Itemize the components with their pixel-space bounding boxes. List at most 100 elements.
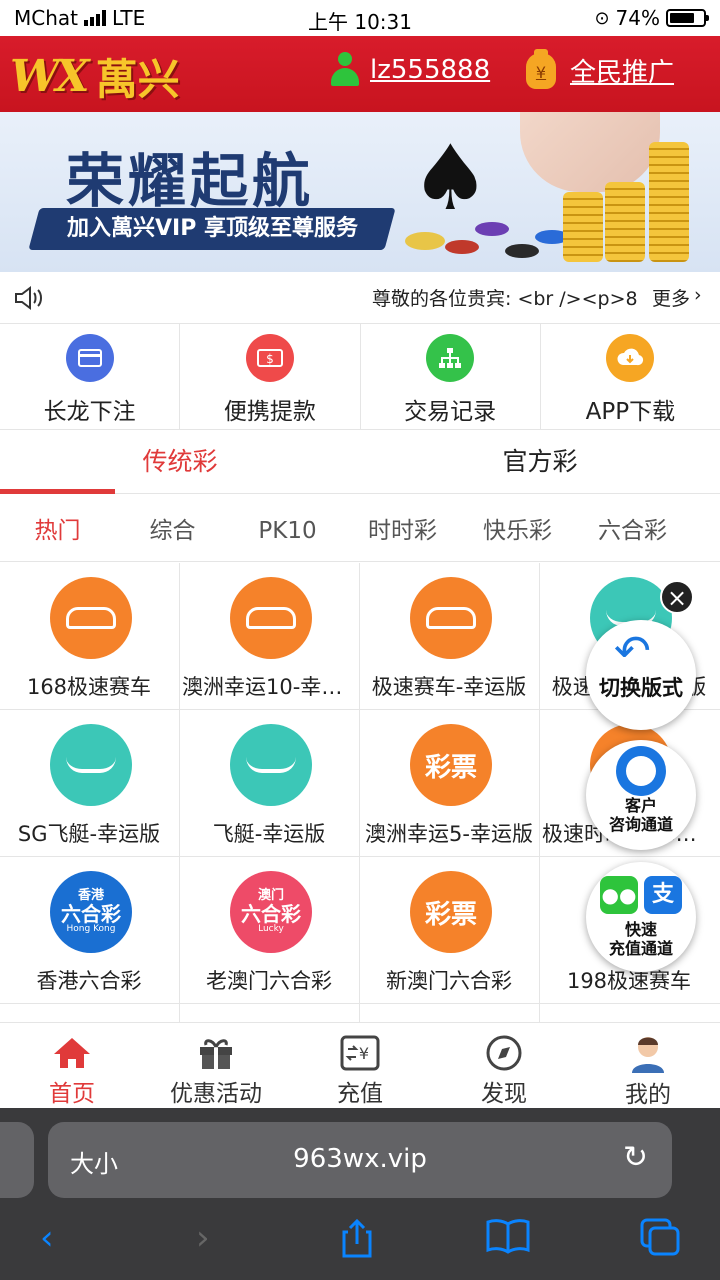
quick-action-label: APP下载	[585, 399, 676, 425]
speaker-icon	[15, 286, 42, 310]
category-pk10[interactable]: PK10	[230, 496, 345, 561]
home-icon	[51, 1033, 93, 1072]
cash-icon: $	[245, 334, 294, 382]
game-tile[interactable]: 香港 六合彩 Hong Kong 香港六合彩	[0, 857, 180, 1004]
promo-banner[interactable]: 荣耀起航 加入萬兴VIP 享顶级至尊服务 ♠	[0, 112, 720, 272]
user-avatar-icon	[627, 1033, 669, 1073]
share-icon[interactable]	[340, 1218, 374, 1267]
nav-profile[interactable]: 我的	[576, 1023, 720, 1108]
notice-more-link[interactable]: 更多	[652, 284, 690, 311]
previous-tab-preview[interactable]	[0, 1122, 34, 1198]
notice-bar[interactable]: 尊敬的各位贵宾: <br /><p>8 更多 ›	[0, 272, 720, 324]
reload-icon[interactable]: ↻	[623, 1140, 648, 1175]
logo-chinese: 萬兴	[95, 55, 180, 104]
customer-service-button[interactable]: 客户 咨询通道	[586, 740, 696, 850]
quick-action-label: 便携提款	[223, 399, 316, 425]
quick-action-label: 长龙下注	[43, 399, 136, 425]
race-car-icon	[410, 577, 492, 659]
icon-bottom-text: Lucky	[258, 924, 284, 935]
promotion-link[interactable]: ¥ 全民推广	[526, 48, 674, 89]
category-hot[interactable]: 热门	[0, 496, 115, 561]
quick-action-app-download[interactable]: APP下载	[541, 324, 720, 429]
category-happy[interactable]: 快乐彩	[460, 496, 575, 561]
hongkong-mark6-icon: 香港 六合彩 Hong Kong	[50, 871, 132, 953]
nav-label: 首页	[49, 1081, 95, 1107]
brand-logo[interactable]: WX 萬兴	[10, 46, 180, 107]
category-mark6[interactable]: 六合彩	[575, 496, 690, 561]
game-label: 168极速赛车	[26, 675, 152, 699]
game-tile[interactable]: 飞艇-幸运版	[180, 710, 360, 857]
battery-percent: 74%	[615, 6, 660, 30]
username[interactable]: lz555888	[370, 55, 490, 85]
game-tile[interactable]: 彩票 澳洲幸运5-幸运版	[360, 710, 540, 857]
game-tile[interactable]: 澳洲幸运10-幸运版	[180, 563, 360, 710]
game-label: 老澳门六合彩	[206, 969, 332, 993]
nav-label: 我的	[625, 1082, 671, 1108]
orientation-lock-icon: ⊙	[594, 7, 610, 29]
promotion-label[interactable]: 全民推广	[570, 52, 674, 89]
chevron-right-icon[interactable]: ›	[694, 284, 702, 306]
url-text[interactable]: 963wx.vip	[48, 1144, 672, 1174]
game-tile[interactable]	[180, 1004, 360, 1023]
gift-icon	[195, 1033, 237, 1072]
quick-recharge-button[interactable]: ●● 支 快速 充值通道	[586, 862, 696, 972]
bottom-nav: 首页 优惠活动 ¥ 充值 发现 我的	[0, 1022, 720, 1108]
user-account-link[interactable]: lz555888	[330, 52, 490, 88]
quick-actions: 长龙下注 $ 便携提款 交易记录 APP下载	[0, 324, 720, 430]
game-label: 香港六合彩	[36, 969, 142, 993]
app-header: WX 萬兴 lz555888 ¥ 全民推广	[0, 36, 720, 112]
switch-layout-button[interactable]: ↶ 切换版式	[586, 620, 696, 730]
game-tile[interactable]: 澳门 六合彩 Lucky 老澳门六合彩	[180, 857, 360, 1004]
alipay-icon: 支	[644, 876, 682, 914]
game-label: SG飞艇-幸运版	[17, 822, 161, 846]
compass-icon	[483, 1033, 525, 1072]
quick-action-label: 交易记录	[404, 399, 497, 425]
tab-traditional[interactable]: 传统彩	[0, 432, 360, 494]
race-car-icon	[50, 577, 132, 659]
icon-bottom-text: Hong Kong	[66, 924, 116, 935]
category-tabs: 热门 综合 PK10 时时彩 快乐彩 六合彩	[0, 496, 720, 562]
category-ssc[interactable]: 时时彩	[345, 496, 460, 561]
back-icon[interactable]: ‹	[40, 1218, 54, 1258]
nav-home[interactable]: 首页	[0, 1023, 144, 1108]
game-tile[interactable]: 极速赛车-幸运版	[360, 563, 540, 710]
nav-label: 优惠活动	[170, 1081, 262, 1107]
quick-recharge-label: 快速 充值通道	[586, 920, 696, 958]
recharge-line-1: 快速	[624, 920, 657, 939]
quick-action-withdraw[interactable]: $ 便携提款	[180, 324, 361, 429]
bookmarks-icon[interactable]	[486, 1218, 530, 1263]
game-tile[interactable]: 168极速赛车	[0, 563, 180, 710]
game-label: 澳洲幸运10-幸运版	[182, 675, 358, 699]
clock: 上午 10:31	[308, 10, 412, 34]
game-label: 新澳门六合彩	[386, 969, 512, 993]
game-tile[interactable]	[540, 1004, 720, 1023]
recharge-line-2: 充值通道	[608, 939, 673, 958]
tab-official[interactable]: 官方彩	[360, 432, 720, 493]
service-line-2: 咨询通道	[608, 815, 673, 834]
lottery-ticket-icon: 彩票	[410, 724, 492, 806]
lottery-ticket-icon: 彩票	[410, 871, 492, 953]
card-icon	[65, 334, 114, 382]
service-line-1: 客户	[624, 796, 657, 815]
category-general[interactable]: 综合	[115, 496, 230, 561]
quick-action-long-dragon[interactable]: 长龙下注	[0, 324, 181, 429]
undo-arrow-icon: ↶	[614, 626, 651, 677]
svg-text:¥: ¥	[359, 1044, 369, 1063]
nav-recharge[interactable]: ¥ 充值	[288, 1023, 432, 1108]
close-icon[interactable]: ×	[660, 580, 694, 614]
nav-promotions[interactable]: 优惠活动	[144, 1023, 288, 1108]
cloud-download-icon	[606, 334, 655, 382]
speedboat-icon	[230, 724, 312, 806]
game-tile[interactable]	[360, 1004, 540, 1023]
address-bar[interactable]: 大小 963wx.vip ↻	[48, 1122, 672, 1198]
notice-text: 尊敬的各位贵宾: <br /><p>8	[372, 288, 638, 310]
tabs-icon[interactable]	[640, 1218, 680, 1265]
game-tile[interactable]	[0, 1004, 180, 1023]
switch-layout-label: 切换版式	[599, 676, 683, 700]
game-tile[interactable]: 彩票 新澳门六合彩	[360, 857, 540, 1004]
quick-action-transactions[interactable]: 交易记录	[361, 324, 541, 429]
forward-icon[interactable]: ›	[196, 1218, 210, 1258]
nav-discover[interactable]: 发现	[432, 1023, 576, 1108]
game-tile[interactable]: SG飞艇-幸运版	[0, 710, 180, 857]
status-bar: MChat LTE 上午 10:31 ⊙ 74%	[0, 0, 720, 36]
